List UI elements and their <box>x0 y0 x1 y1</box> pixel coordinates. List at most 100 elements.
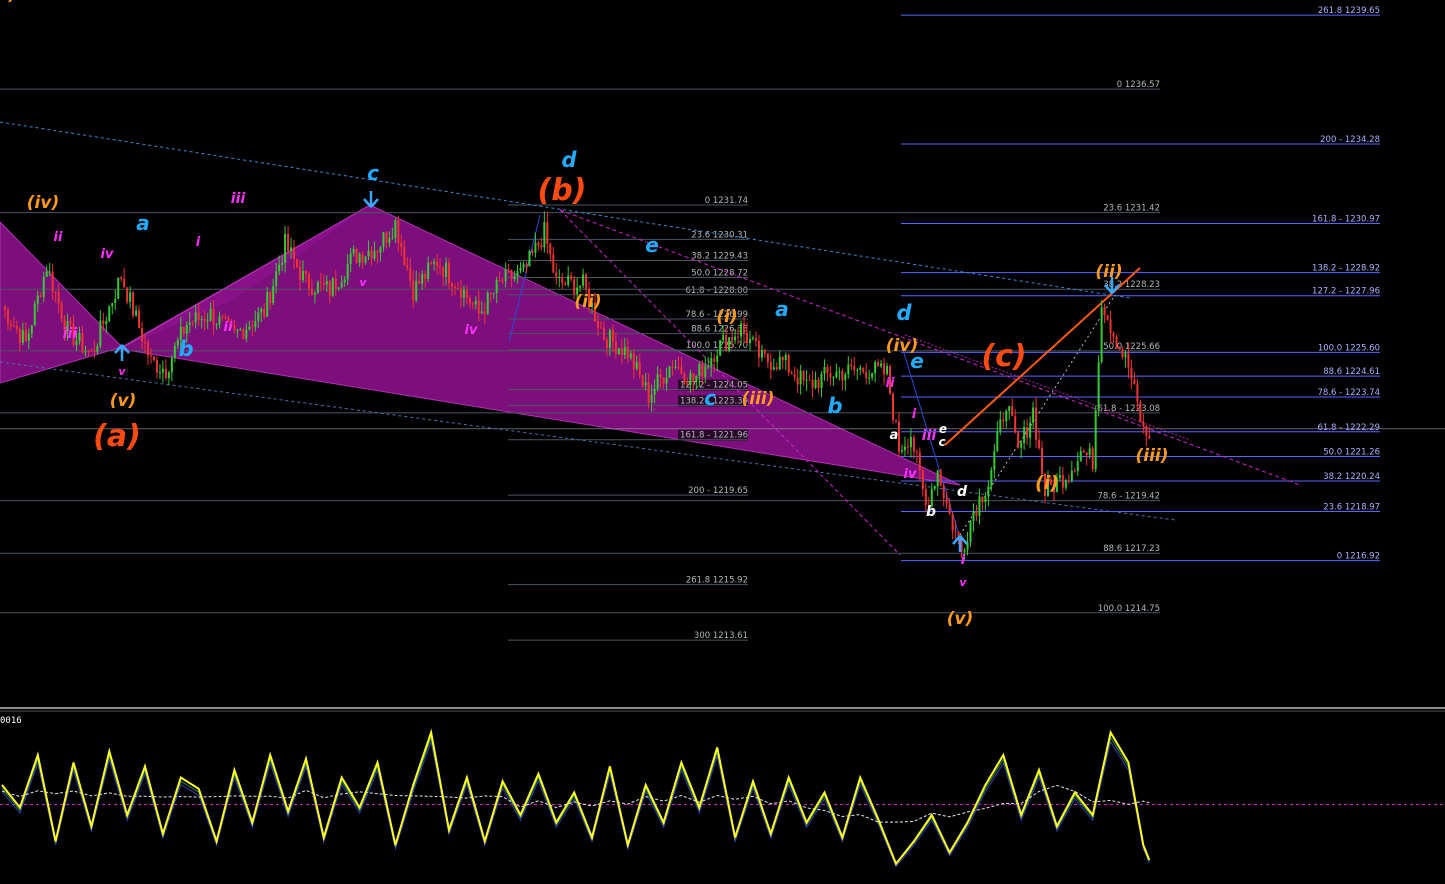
candle-body <box>60 303 63 320</box>
candle-body <box>465 289 468 298</box>
oscillator-label: 0016 <box>0 716 22 726</box>
candle-body <box>546 222 549 244</box>
candle-body <box>900 450 903 452</box>
wave-label: iv <box>904 467 917 482</box>
candle-body <box>683 373 686 384</box>
candle-body <box>996 431 999 452</box>
candle-body <box>442 267 445 277</box>
candle-body <box>909 437 912 448</box>
candle-body <box>141 328 144 342</box>
candle-body <box>1082 450 1085 453</box>
candle-body <box>349 253 352 264</box>
wave-label: v <box>118 365 126 378</box>
candle-body <box>874 362 877 374</box>
candle-body <box>599 327 602 329</box>
wave-label: a <box>775 297 789 321</box>
candle-body <box>39 295 42 298</box>
candle-body <box>239 329 242 331</box>
candle-body <box>278 264 281 272</box>
fib-level-label: 38.2 1220.24 <box>1323 472 1380 482</box>
candle-body <box>48 271 51 273</box>
candle-body <box>418 280 421 284</box>
candle-body <box>21 330 24 343</box>
candle-body <box>313 292 316 295</box>
candle-body <box>266 292 269 317</box>
wave-label: b <box>178 337 193 361</box>
candle-body <box>1088 448 1091 455</box>
candle-body <box>948 503 951 515</box>
candle-body <box>820 373 823 388</box>
fib-level-label: 23.6 1230.31 <box>691 230 748 240</box>
fib-level-label: 161.8 - 1230.97 <box>1312 214 1380 224</box>
candle-body <box>212 308 215 325</box>
fib-level-label: 138.2 - 1228.92 <box>1312 264 1380 274</box>
wave-label: ii <box>886 376 895 391</box>
candle-body <box>1112 333 1115 337</box>
candle-body <box>701 364 704 378</box>
candle-body <box>251 326 254 328</box>
candle-body <box>135 310 138 316</box>
candle-body <box>197 312 200 320</box>
candle-body <box>817 379 820 388</box>
candle-body <box>993 451 996 470</box>
candle-body <box>1148 435 1151 439</box>
candle-body <box>1115 336 1118 349</box>
candle-body <box>543 222 546 248</box>
candle-body <box>325 281 328 285</box>
candle-body <box>936 470 939 487</box>
candle-body <box>1064 480 1067 488</box>
fib-level-label: 127.2 - 1227.96 <box>1312 287 1380 297</box>
candle-body <box>829 373 832 378</box>
candle-body <box>1118 348 1121 350</box>
candle-body <box>519 267 522 271</box>
candle-body <box>832 377 835 379</box>
candle-body <box>281 262 284 265</box>
candle-body <box>322 282 325 285</box>
candle-body <box>644 382 647 386</box>
wave-label: (ii) <box>1095 262 1122 282</box>
candle-body <box>501 280 504 282</box>
candle-body <box>84 350 87 353</box>
candle-body <box>448 262 450 284</box>
candle-body <box>945 498 948 504</box>
candle-body <box>671 366 674 368</box>
candle-body <box>614 341 617 355</box>
candle-body <box>906 446 909 448</box>
candle-body <box>87 350 90 352</box>
candle-body <box>1067 480 1070 482</box>
candle-body <box>611 329 614 342</box>
candle-body <box>743 323 746 333</box>
candle-body <box>1020 443 1023 448</box>
candle-body <box>129 292 132 302</box>
candle-body <box>912 437 915 452</box>
candle-body <box>1106 315 1109 321</box>
candle-body <box>328 281 331 296</box>
wave-label: e <box>939 422 947 436</box>
candle-body <box>364 256 367 263</box>
candle-body <box>1008 406 1011 412</box>
candle-body <box>704 366 707 378</box>
candle-body <box>126 287 129 302</box>
candle-body <box>147 342 150 356</box>
candle-body <box>1023 426 1026 444</box>
candle-body <box>290 247 293 251</box>
candle-body <box>1041 447 1044 474</box>
candle-body <box>1109 320 1112 334</box>
candle-body <box>635 362 638 369</box>
candle-body <box>6 309 9 325</box>
candle-body <box>507 269 510 271</box>
candle-body <box>531 250 534 253</box>
fib-level-label: 100.0 1214.75 <box>1098 604 1160 614</box>
candle-body <box>939 470 942 486</box>
candle-body <box>260 308 263 313</box>
candle-body <box>924 489 927 506</box>
candle-body <box>54 291 57 293</box>
candle-body <box>355 248 358 263</box>
candle-body <box>757 340 760 358</box>
wave-label: (v) <box>110 391 137 411</box>
candle-body <box>805 379 808 381</box>
candle-body <box>737 336 740 338</box>
candle-body <box>480 311 483 314</box>
candle-body <box>674 366 677 368</box>
candle-body <box>376 251 379 253</box>
